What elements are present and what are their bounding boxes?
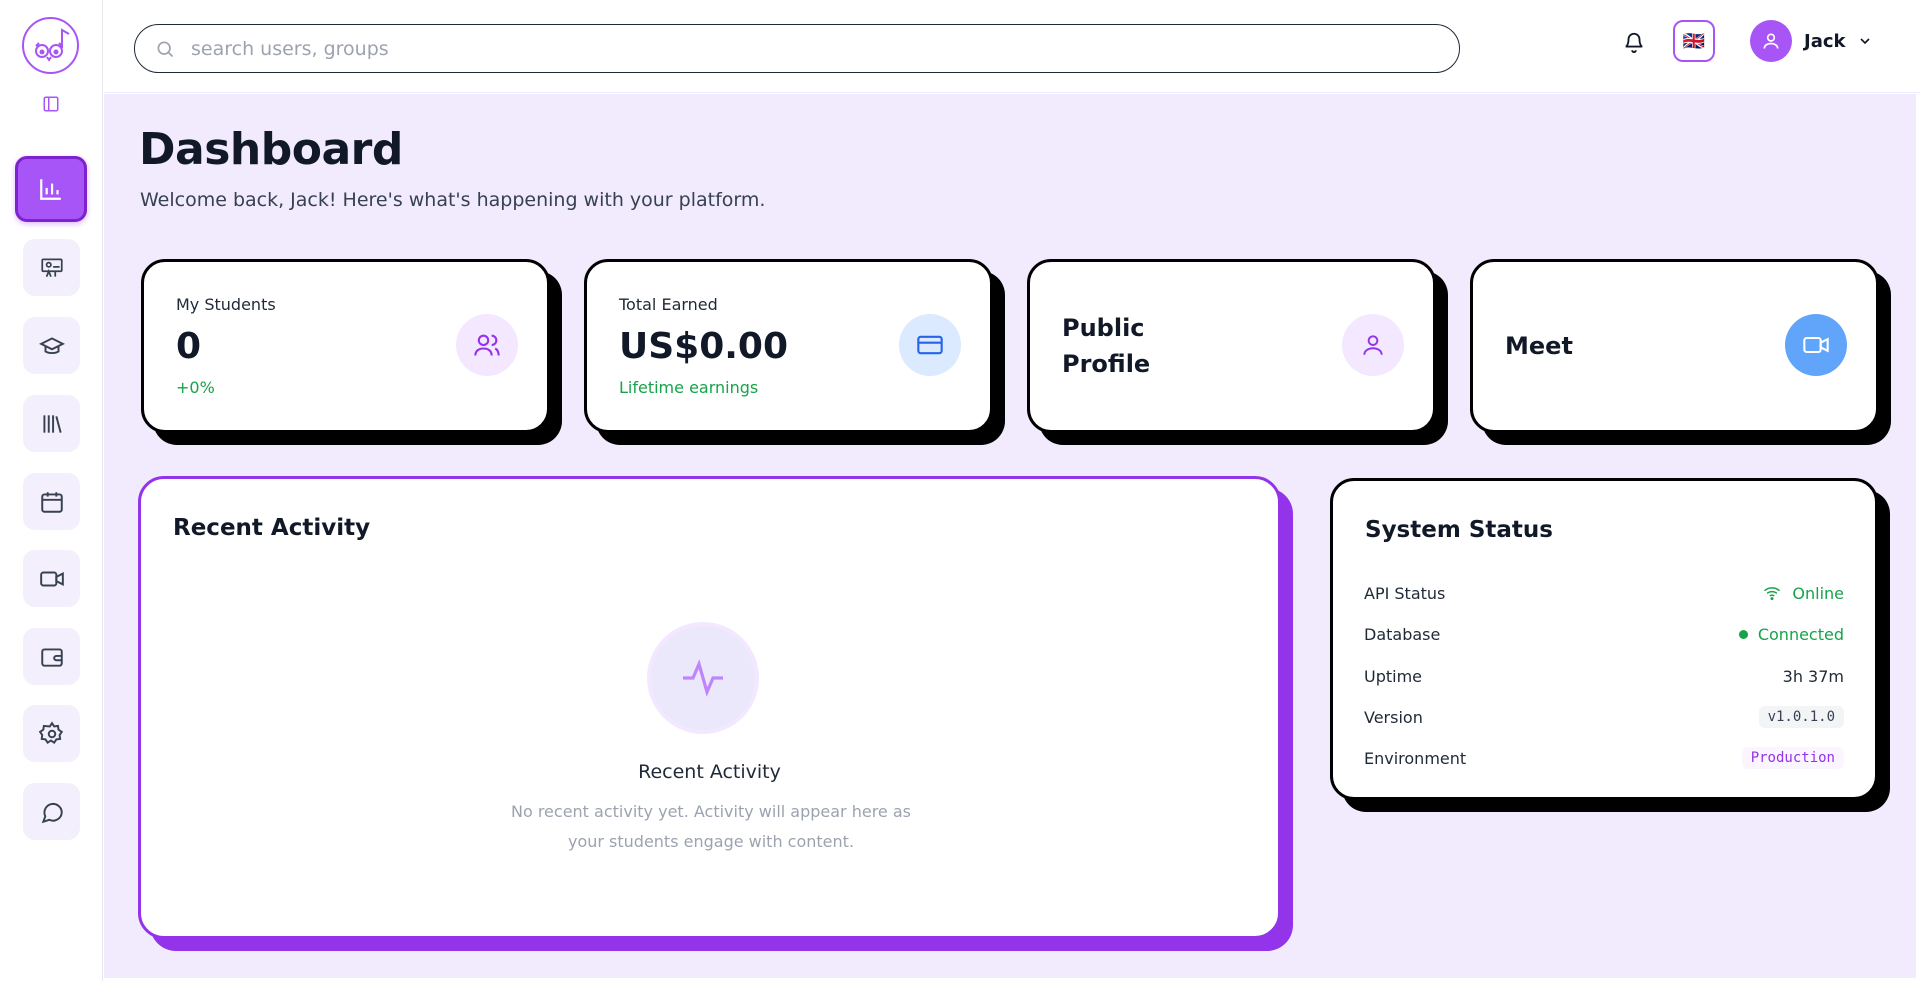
students-value: 0 bbox=[176, 326, 202, 367]
notifications-button[interactable] bbox=[1620, 27, 1648, 57]
earnings-label: Total Earned bbox=[619, 295, 718, 314]
recent-activity-card: Recent Activity Recent Activity No recen… bbox=[138, 476, 1281, 939]
sidebar-item-courses[interactable] bbox=[23, 317, 80, 374]
status-dot-icon bbox=[1738, 629, 1748, 639]
status-row-api: API Status Online bbox=[1364, 580, 1844, 606]
earnings-caption: Lifetime earnings bbox=[619, 378, 759, 397]
students-change: +0% bbox=[176, 378, 215, 397]
status-row-version: Version v1.0.1.0 bbox=[1364, 704, 1844, 730]
meet-title: Meet bbox=[1505, 332, 1573, 360]
chat-icon bbox=[41, 802, 63, 823]
wifi-icon bbox=[1764, 587, 1781, 601]
activity-empty-title: Recent Activity bbox=[638, 761, 781, 783]
app-logo[interactable] bbox=[22, 17, 79, 74]
api-status-value: Online bbox=[1762, 584, 1844, 603]
sidebar-toggle-button[interactable] bbox=[40, 93, 62, 115]
sidebar-item-library[interactable] bbox=[23, 395, 80, 452]
sidebar-item-calendar[interactable] bbox=[23, 473, 80, 530]
sidebar-item-presentation[interactable] bbox=[23, 239, 80, 296]
activity-pulse-icon bbox=[683, 659, 723, 697]
status-label: Environment bbox=[1364, 748, 1467, 768]
system-status-card: System Status API Status Online Database… bbox=[1330, 478, 1878, 800]
students-label: My Students bbox=[176, 295, 276, 314]
graduation-cap-icon bbox=[38, 336, 65, 354]
sidebar-item-wallet[interactable] bbox=[23, 628, 80, 685]
avatar bbox=[1750, 20, 1792, 62]
settings-icon bbox=[38, 720, 63, 744]
bar-chart-icon bbox=[40, 179, 61, 200]
search-bar[interactable] bbox=[134, 24, 1460, 73]
user-menu[interactable]: Jack bbox=[1750, 20, 1873, 62]
profile-icon-badge bbox=[1342, 314, 1404, 376]
chevron-down-icon bbox=[1857, 33, 1873, 49]
bell-icon bbox=[1625, 32, 1643, 53]
credit-card-icon bbox=[917, 335, 943, 355]
status-label: Database bbox=[1364, 624, 1441, 644]
sidebar-item-settings[interactable] bbox=[23, 705, 80, 762]
user-name: Jack bbox=[1804, 30, 1846, 52]
status-label: Uptime bbox=[1364, 666, 1423, 686]
language-button[interactable]: 🇬🇧 bbox=[1673, 20, 1715, 62]
uk-flag-icon: 🇬🇧 bbox=[1682, 30, 1706, 52]
public-profile-card[interactable]: Public Profile bbox=[1027, 259, 1436, 433]
uptime-value: 3h 37m bbox=[1782, 666, 1844, 686]
activity-empty-icon-badge bbox=[647, 622, 759, 734]
status-value-text: Online bbox=[1792, 583, 1844, 603]
public-profile-title-line1: Public bbox=[1062, 314, 1145, 342]
owl-logo-icon bbox=[34, 27, 69, 62]
earnings-value: US$0.00 bbox=[619, 326, 789, 367]
public-profile-title-line2: Profile bbox=[1062, 350, 1151, 378]
earnings-icon-badge bbox=[899, 314, 961, 376]
top-bar: 🇬🇧 Jack bbox=[104, 0, 1920, 93]
status-row-database: Database Connected bbox=[1364, 621, 1844, 647]
status-label: Version bbox=[1364, 707, 1423, 727]
meet-icon-badge bbox=[1785, 314, 1847, 376]
environment-badge: Production bbox=[1741, 747, 1844, 769]
status-row-uptime: Uptime 3h 37m bbox=[1364, 663, 1844, 689]
version-badge: v1.0.1.0 bbox=[1758, 706, 1844, 728]
users-icon bbox=[474, 334, 500, 356]
video-camera-icon bbox=[1803, 336, 1829, 354]
status-value-text: Connected bbox=[1757, 624, 1844, 644]
database-status-value: Connected bbox=[1738, 624, 1844, 644]
search-icon bbox=[157, 41, 174, 57]
students-card: My Students 0 +0% bbox=[141, 259, 550, 433]
status-row-environment: Environment Production bbox=[1364, 745, 1844, 771]
sidebar-toggle-icon bbox=[43, 96, 59, 112]
page-title: Dashboard bbox=[139, 124, 403, 175]
activity-empty-description: No recent activity yet. Activity will ap… bbox=[510, 802, 911, 851]
presentation-icon bbox=[40, 257, 63, 277]
wallet-icon bbox=[40, 647, 63, 667]
system-status-title: System Status bbox=[1365, 517, 1553, 543]
status-label: API Status bbox=[1364, 583, 1446, 603]
search-input[interactable] bbox=[191, 37, 1391, 60]
library-icon bbox=[42, 414, 62, 433]
meet-card[interactable]: Meet bbox=[1470, 259, 1879, 433]
sidebar-item-chat[interactable] bbox=[23, 783, 80, 840]
sidebar-item-dashboard[interactable] bbox=[15, 156, 87, 222]
students-icon-badge bbox=[456, 314, 518, 376]
video-icon bbox=[39, 571, 64, 586]
main-content: Dashboard Welcome back, Jack! Here's wha… bbox=[104, 94, 1916, 978]
sidebar bbox=[0, 0, 103, 981]
user-icon bbox=[1363, 335, 1383, 355]
recent-activity-title: Recent Activity bbox=[173, 515, 371, 541]
earnings-card: Total Earned US$0.00 Lifetime earnings bbox=[584, 259, 993, 433]
page-subtitle: Welcome back, Jack! Here's what's happen… bbox=[140, 189, 766, 211]
calendar-icon bbox=[40, 491, 63, 513]
user-icon bbox=[1763, 33, 1779, 49]
sidebar-item-video[interactable] bbox=[23, 550, 80, 607]
